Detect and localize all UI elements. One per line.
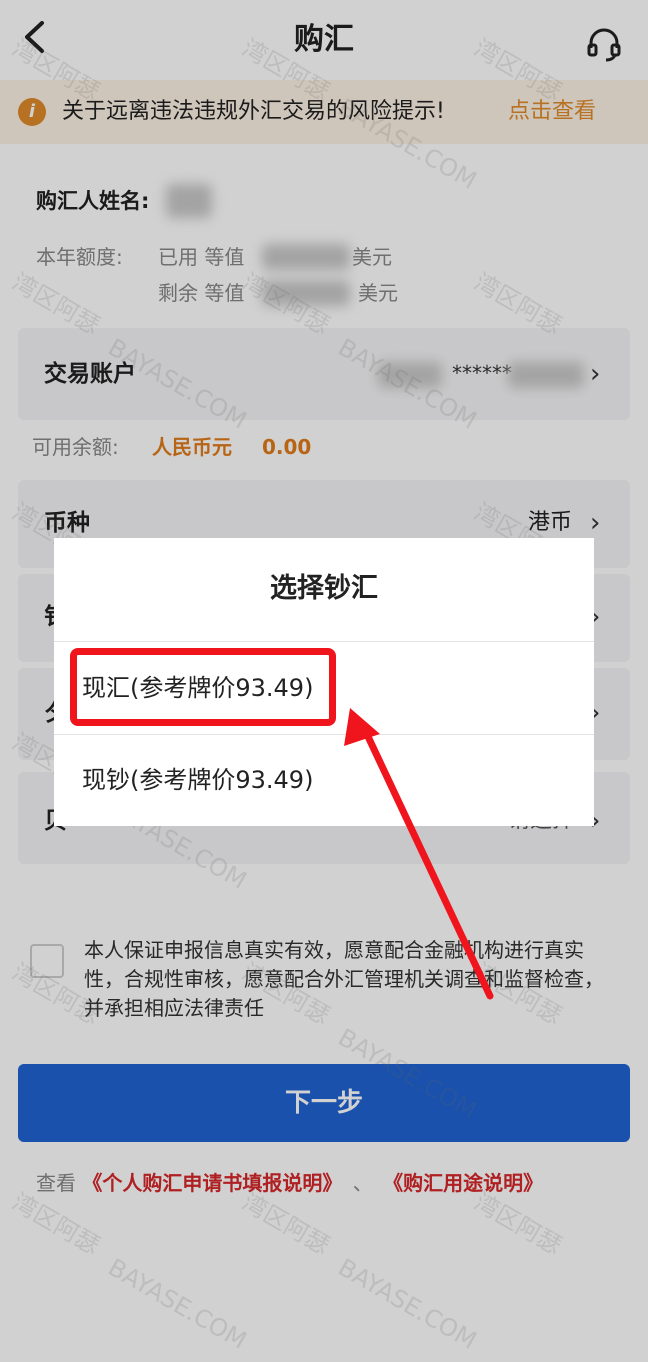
divider [54, 641, 594, 642]
option-cash[interactable]: 现钞(参考牌价93.49) [82, 762, 313, 798]
divider [54, 734, 594, 735]
dialog-title: 选择钞汇 [270, 573, 378, 604]
highlight-box [70, 648, 336, 726]
red-arrow-annotation [344, 708, 494, 1000]
